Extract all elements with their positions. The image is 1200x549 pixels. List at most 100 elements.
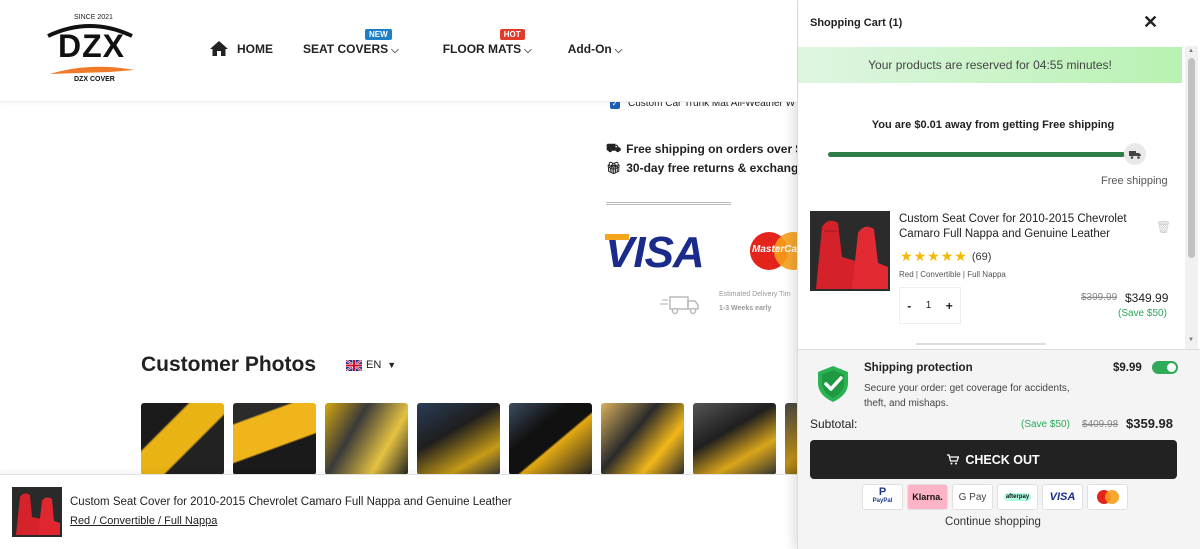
uk-flag-icon [346,359,362,371]
nav-floor-mats[interactable]: HOT FLOOR MATS ⌵ [443,29,532,56]
shield-check-icon [818,366,848,402]
nav-home[interactable]: HOME [209,40,273,57]
scroll-down-arrow-icon[interactable]: ▼ [1188,337,1194,343]
checkout-button[interactable]: CHECK OUT [810,440,1177,479]
chevron-down-icon: ⌵ [524,45,532,56]
subtotal-amount: $359.98 [1126,416,1173,431]
increase-quantity-button[interactable]: + [946,299,953,313]
star-icon: ★ [900,248,913,264]
brand-tagline: DZX COVER [74,76,115,83]
hot-badge: HOT [499,29,525,40]
nav-home-label: HOME [237,41,273,56]
paypal-icon: P PayPal [862,484,903,510]
payment-methods: P PayPal Klarna. G Pay afterpay VISA [862,484,1132,510]
brand-logo-text: DZX [58,28,125,64]
afterpay-icon: afterpay [997,484,1038,510]
truck-icon [1124,143,1146,165]
customer-photo-gallery [141,403,877,475]
free-shipping-label: Free shipping [1101,175,1168,187]
free-shipping-info: ⛟ Free shipping on orders over $3 [606,141,809,157]
subtotal-original: $409.98 [1082,419,1119,430]
home-icon [210,41,228,56]
delivery-title: Estimated Delivery Tim [719,291,791,298]
decrease-quantity-button[interactable]: - [907,299,911,313]
cart-title: Shopping Cart (1) [810,17,903,29]
language-label: EN [366,359,382,371]
paypal-label: PayPal [872,498,893,504]
language-selector[interactable]: EN ▼ [346,359,396,371]
customer-photo[interactable] [233,403,316,475]
trash-icon[interactable]: 🗑︎ [1156,220,1171,234]
site-header: SINCE 2021 DZX DZX COVER HOME NEW SEAT C… [0,0,797,102]
returns-text: 30-day free returns & exchange [626,161,805,175]
subtotal-label: Subtotal: [810,417,858,431]
chevron-down-icon: ⌵ [391,45,399,56]
nav-addon-label: Add-On [567,41,612,56]
customer-photos-title: Customer Photos [141,353,317,376]
klarna-icon: Klarna. [907,484,948,510]
delivery-truck-icon [660,296,699,315]
visa-icon: VISA [1042,484,1083,510]
shipping-protection-toggle[interactable] [1152,361,1178,374]
afterpay-label: afterpay [1003,493,1032,501]
reservation-banner: Your products are reserved for 04:55 min… [798,47,1182,83]
brand-since: SINCE 2021 [74,14,113,21]
nav-addon[interactable]: Add-On ⌵ [567,41,623,57]
scrollbar-thumb[interactable] [1188,58,1195,258]
cart-footer: Shipping protection Secure your order: g… [798,349,1200,549]
scroll-up-arrow-icon[interactable]: ▲ [1188,48,1194,54]
page: SINCE 2021 DZX DZX COVER HOME NEW SEAT C… [0,0,1200,549]
star-icon: ★ [954,248,967,264]
shipping-protection-description: Secure your order: get coverage for acci… [864,383,1070,409]
sticky-product-variant[interactable]: Red / Convertible / Full Nappa [70,515,217,527]
quantity-value[interactable]: 1 [926,300,932,311]
cart-icon [947,454,960,465]
free-shipping-text: Free shipping on orders over $3 [626,142,809,156]
returns-info: 🎁︎ 30-day free returns & exchange [606,161,805,175]
new-badge: NEW [365,29,392,40]
customer-photo[interactable] [141,403,224,475]
cart-header: Shopping Cart (1) ✕ [798,0,1188,46]
cart-item-thumbnail[interactable] [810,211,890,291]
cart-scrollbar[interactable]: ▲ ▼ [1185,46,1198,349]
nav-seat-covers[interactable]: NEW SEAT COVERS ⌵ [303,29,399,56]
customer-photo[interactable] [693,403,776,475]
free-shipping-message: You are $0.01 away from getting Free shi… [871,119,1115,131]
cart-item-title[interactable]: Custom Seat Cover for 2010-2015 Chevrole… [899,212,1149,242]
sticky-add-to-cart-bar: Custom Seat Cover for 2010-2015 Chevrole… [0,474,797,549]
star-icon: ★ [940,248,954,264]
sale-price: $349.99 [1125,291,1169,305]
chevron-down-icon: ▼ [387,360,397,370]
shipping-protection-price: $9.99 [1113,362,1142,374]
rating-stars: ★ ★ ★ ★ ★ (69) [900,248,991,265]
truck-icon: ⛟ [606,141,622,155]
mastercard-icon [1087,484,1128,510]
customer-photo[interactable] [325,403,408,475]
customer-photo[interactable] [601,403,684,475]
customer-photo[interactable] [509,403,592,475]
free-shipping-progress-fill [828,152,1125,157]
gift-icon: 🎁︎ [606,161,622,175]
review-count: (69) [971,250,992,263]
continue-shopping-link[interactable]: Continue shopping [798,516,1188,528]
item-savings: (Save $50) [1118,308,1167,319]
original-price: $399.99 [1081,292,1118,303]
close-icon[interactable]: ✕ [1143,12,1158,33]
shipping-protection-title: Shipping protection [864,362,973,374]
cart-drawer: Shopping Cart (1) ✕ Your products are re… [797,0,1200,549]
mastercard-text: MasterCa [752,244,798,255]
divider [606,202,731,205]
star-icon: ★ [913,248,927,264]
star-icon: ★ [927,248,940,264]
main-nav: HOME NEW SEAT COVERS ⌵ HOT FLOOR MATS ⌵ … [209,29,652,57]
cart-item-variant: Red | Convertible | Full Nappa [899,270,1006,279]
brand-logo[interactable]: SINCE 2021 DZX DZX COVER [40,12,140,88]
sticky-product-thumbnail [12,487,62,537]
customer-photo[interactable] [417,403,500,475]
mastercard-logo: MasterCa [750,232,798,270]
visa-logo: VISA [605,228,705,277]
google-pay-icon: G Pay [952,484,993,510]
subtotal-savings: (Save $50) [1021,419,1070,430]
free-shipping-progress [828,152,1128,157]
quantity-stepper: - 1 + [899,287,961,324]
